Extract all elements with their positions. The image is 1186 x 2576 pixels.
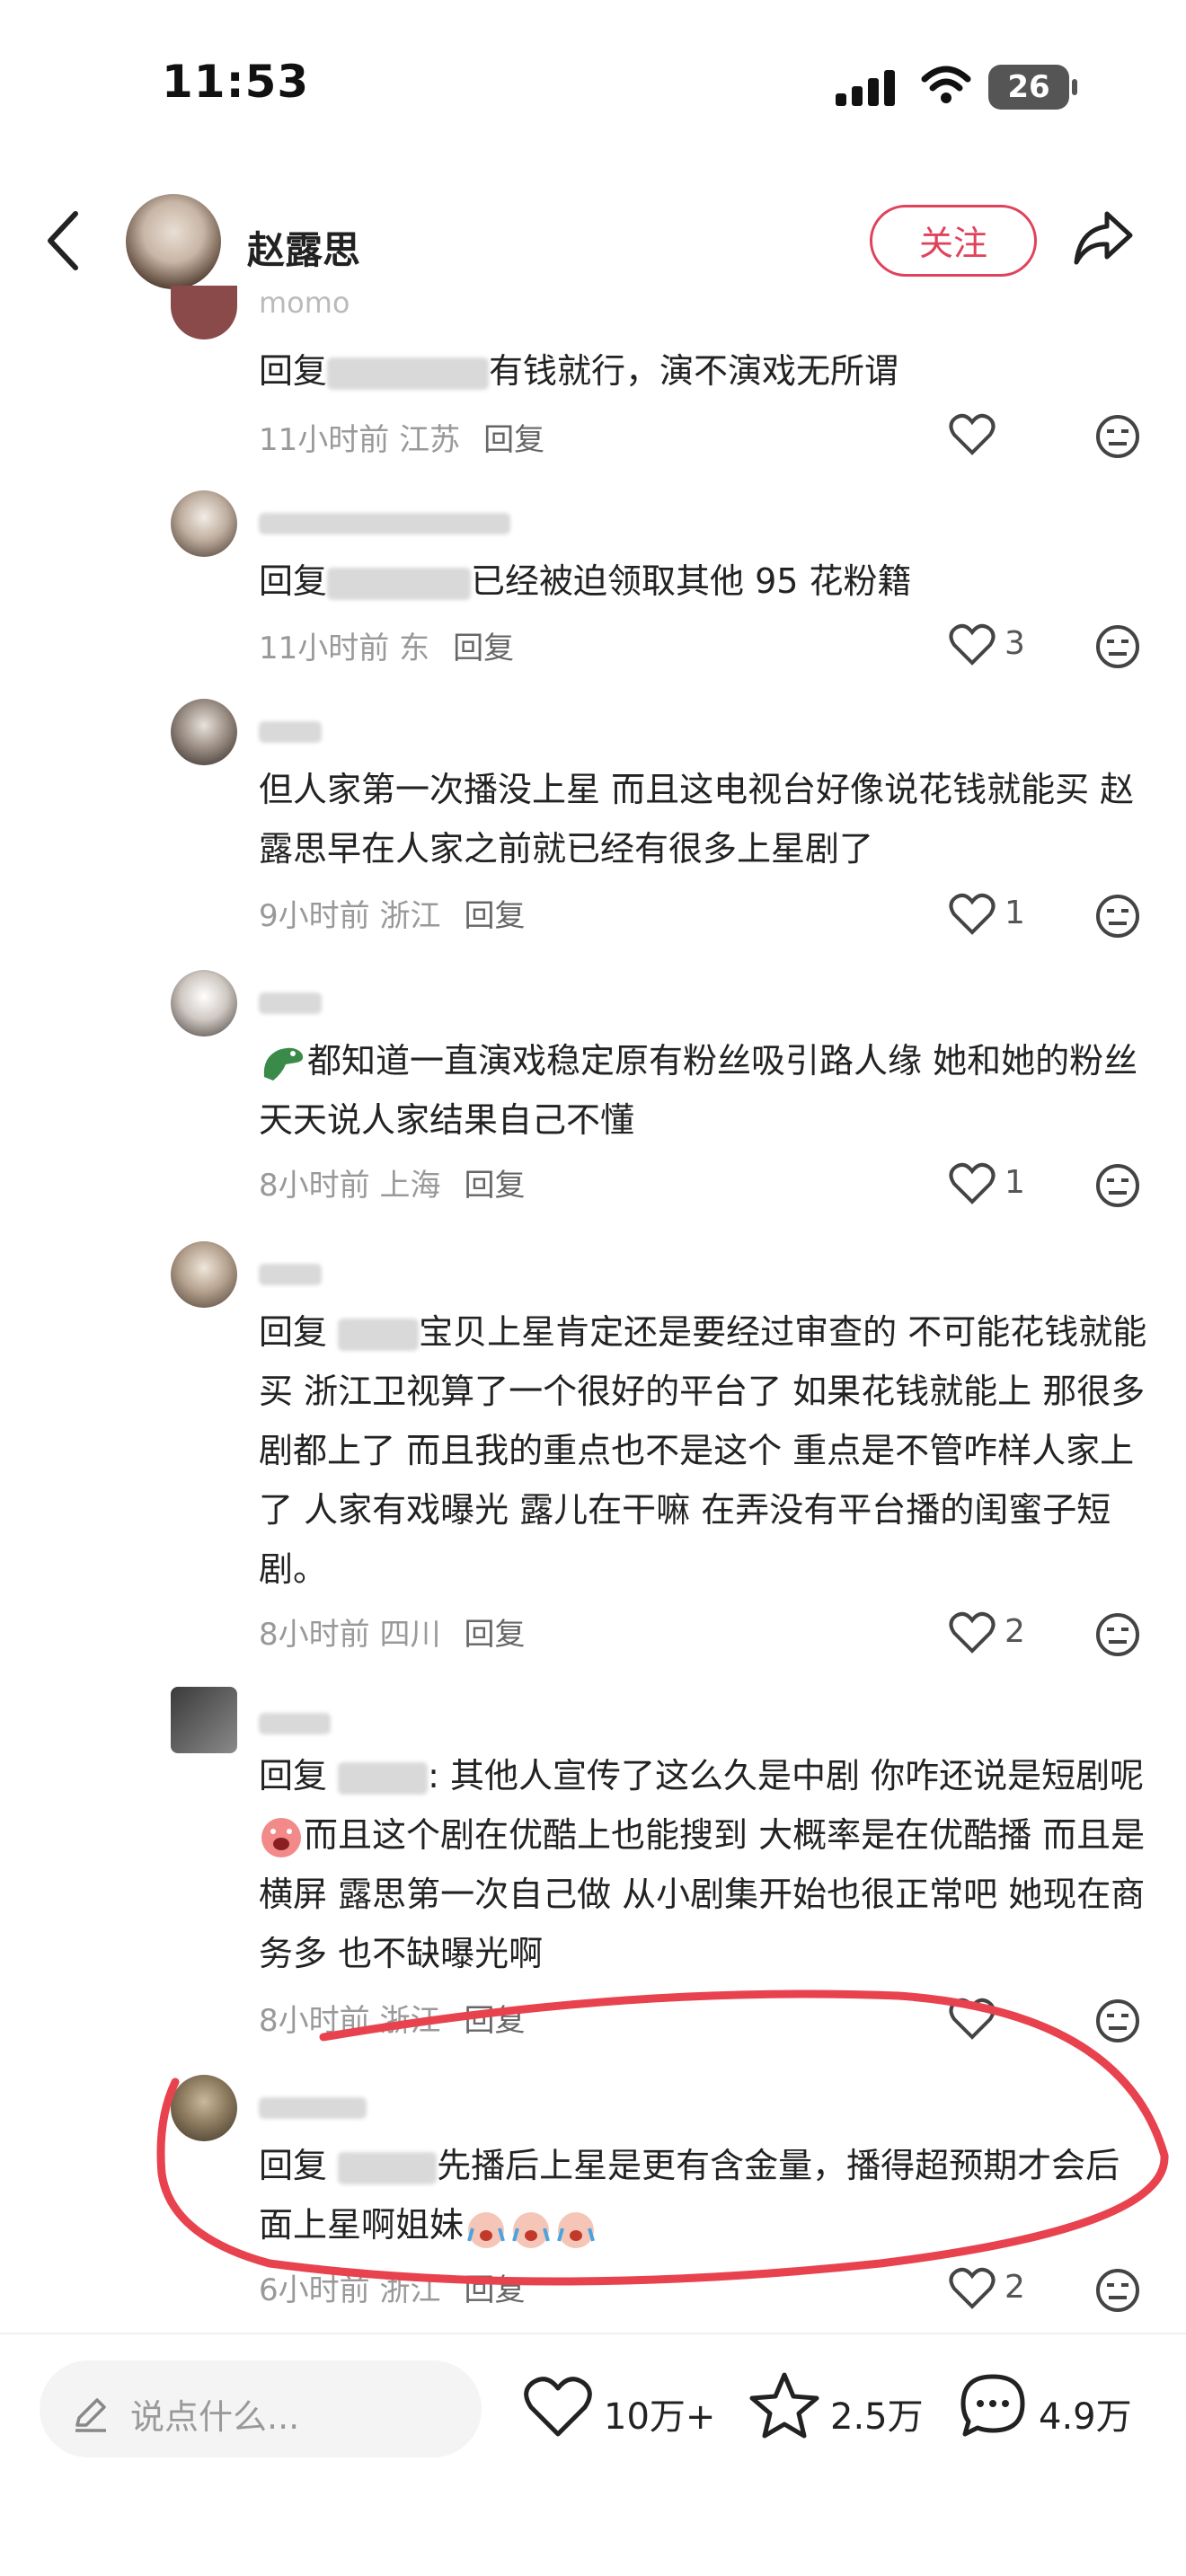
reply-button[interactable]: 回复 bbox=[464, 1617, 525, 1653]
reply-button[interactable]: 回复 bbox=[483, 422, 544, 458]
commenter-avatar[interactable] bbox=[171, 1241, 237, 1308]
crying-emoji-icon bbox=[464, 2205, 598, 2250]
commenter-avatar[interactable] bbox=[171, 490, 237, 557]
comment-meta: 9小时前 浙江 回复 bbox=[259, 898, 526, 934]
bottom-divider bbox=[0, 2333, 1186, 2334]
commenter-avatar[interactable] bbox=[171, 970, 237, 1037]
comment-meta: 8小时前 上海 回复 bbox=[259, 1168, 526, 1204]
commenter-avatar[interactable] bbox=[171, 699, 237, 765]
commenter-name[interactable] bbox=[259, 984, 322, 1019]
heart-icon[interactable] bbox=[949, 413, 996, 456]
follow-button[interactable]: 关注 bbox=[870, 205, 1037, 277]
like-count: 3 bbox=[1005, 625, 1025, 662]
dislike-face-icon[interactable] bbox=[1094, 413, 1141, 460]
like-count: 2 bbox=[1005, 2269, 1025, 2306]
comment-text: 回复 有钱就行，演不演戏无所谓 bbox=[259, 351, 899, 391]
comment-text: 都知道一直演戏稳定原有粉丝吸引路人缘 她和她的粉丝天天说人家结果自己不懂 bbox=[259, 1041, 1138, 1140]
comment-meta: 6小时前 浙江 回复 bbox=[259, 2272, 526, 2308]
crying-emoji-icon bbox=[259, 1815, 304, 1860]
commenter-avatar[interactable] bbox=[171, 286, 237, 340]
commenter-name[interactable]: momo bbox=[259, 286, 350, 320]
dislike-face-icon[interactable] bbox=[1094, 1162, 1141, 1209]
commenter-name[interactable] bbox=[259, 2089, 367, 2123]
author-avatar[interactable] bbox=[126, 194, 221, 289]
dislike-face-icon[interactable] bbox=[1094, 893, 1141, 940]
commenter-name[interactable] bbox=[259, 1705, 331, 1739]
comment-input-placeholder: 说点什么... bbox=[130, 2397, 300, 2437]
comments-count: 4.9万 bbox=[1039, 2396, 1132, 2438]
back-arrow-icon[interactable] bbox=[43, 207, 83, 275]
comment-text: 但人家第一次播没上星 而且这电视台好像说花钱就能买 赵露思早在人家之前就已经有很… bbox=[259, 770, 1135, 869]
author-name[interactable]: 赵露思 bbox=[247, 220, 360, 275]
reply-button[interactable]: 回复 bbox=[453, 631, 514, 666]
dislike-face-icon[interactable] bbox=[1094, 2267, 1141, 2314]
heart-icon[interactable] bbox=[949, 2267, 996, 2310]
heart-icon[interactable] bbox=[949, 1611, 996, 1654]
commenter-name[interactable] bbox=[259, 505, 510, 539]
heart-icon[interactable] bbox=[949, 623, 996, 666]
comment-meta: 8小时前 浙江 回复 bbox=[259, 2003, 526, 2039]
dislike-face-icon[interactable] bbox=[1094, 623, 1141, 670]
comment-text: 回复 宝贝上星肯定还是要经过审查的 不可能花钱就能买 浙江卫视算了一个很好的平台… bbox=[259, 1312, 1147, 1589]
like-count: 1 bbox=[1005, 895, 1025, 931]
like-count: 2 bbox=[1005, 1613, 1025, 1650]
comment-meta: 8小时前 四川 回复 bbox=[259, 1617, 526, 1653]
reply-button[interactable]: 回复 bbox=[464, 898, 525, 934]
comment-text: 回复 : 其他人宣传了这么久是中剧 你咋还说是短剧呢 而且这个剧在优酷上也能搜到… bbox=[259, 1756, 1146, 1973]
comment-meta: 11小时前 江苏 回复 bbox=[259, 422, 545, 458]
like-count: 1 bbox=[1005, 1164, 1025, 1201]
comment-text: 回复 先播后上星是更有含金量，播得超预期才会后面上星啊姐妹 bbox=[259, 2136, 1148, 2254]
cellular-signal-icon bbox=[836, 70, 895, 106]
likes-count: 10万+ bbox=[604, 2396, 716, 2438]
dislike-face-icon[interactable] bbox=[1094, 1998, 1141, 2044]
commenter-name[interactable] bbox=[259, 713, 322, 747]
reply-button[interactable]: 回复 bbox=[464, 1168, 525, 1204]
commenter-avatar[interactable] bbox=[171, 1687, 237, 1753]
battery-cap bbox=[1072, 79, 1077, 95]
comment-text: 回复 已经被迫领取其他 95 花粉籍 bbox=[259, 561, 912, 601]
commenter-name[interactable] bbox=[259, 1256, 322, 1290]
heart-icon[interactable] bbox=[949, 1162, 996, 1205]
commenter-avatar[interactable] bbox=[171, 2075, 237, 2141]
favorites-count: 2.5万 bbox=[830, 2396, 924, 2438]
wifi-icon bbox=[921, 66, 971, 103]
comment-meta: 11小时前 东回复 bbox=[259, 631, 515, 666]
status-time: 11:53 bbox=[162, 56, 310, 108]
dislike-face-icon[interactable] bbox=[1094, 1611, 1141, 1658]
favorite-star-icon[interactable] bbox=[749, 2371, 819, 2439]
pencil-icon bbox=[75, 2398, 106, 2432]
reply-button[interactable]: 回复 bbox=[464, 2272, 525, 2308]
dinosaur-emoji-icon bbox=[259, 1041, 307, 1086]
like-heart-icon[interactable] bbox=[523, 2375, 593, 2439]
reply-button[interactable]: 回复 bbox=[464, 2003, 525, 2039]
battery-indicator: 26 bbox=[988, 65, 1069, 110]
heart-icon[interactable] bbox=[949, 1998, 996, 2041]
share-icon[interactable] bbox=[1071, 207, 1136, 268]
comment-bubble-icon[interactable] bbox=[958, 2371, 1028, 2439]
heart-icon[interactable] bbox=[949, 893, 996, 936]
